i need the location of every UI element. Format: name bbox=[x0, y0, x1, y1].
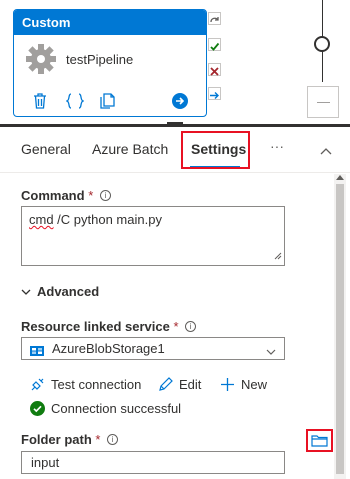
settings-pane: Command * i cmd /C python main.py Advanc… bbox=[0, 174, 350, 479]
activity-name: testPipeline bbox=[66, 52, 134, 67]
activity-card[interactable]: Custom testPipeline bbox=[13, 9, 207, 117]
pencil-icon bbox=[159, 377, 173, 391]
command-label: Command * i bbox=[21, 188, 111, 203]
plug-icon bbox=[31, 378, 44, 391]
tab-general[interactable]: General bbox=[21, 141, 71, 157]
folder-path-input[interactable]: input bbox=[21, 451, 285, 474]
command-args: /C python main.py bbox=[53, 212, 162, 227]
arrow-right-icon[interactable] bbox=[172, 93, 188, 114]
resize-grip-icon[interactable] bbox=[274, 248, 282, 263]
connection-status: Connection successful bbox=[30, 401, 181, 416]
redo-icon[interactable] bbox=[208, 12, 221, 25]
edit-button[interactable]: Edit bbox=[158, 377, 201, 392]
copy-icon[interactable] bbox=[100, 93, 116, 114]
pipeline-canvas[interactable]: Custom testPipeline bbox=[0, 0, 350, 127]
info-icon[interactable]: i bbox=[185, 321, 197, 332]
scrollbar-thumb[interactable] bbox=[336, 184, 344, 474]
check-icon[interactable] bbox=[208, 38, 221, 51]
required-mark: * bbox=[88, 188, 94, 203]
info-icon[interactable]: i bbox=[99, 190, 111, 201]
command-textarea[interactable]: cmd /C python main.py bbox=[21, 206, 285, 266]
arrow-icon[interactable] bbox=[208, 87, 221, 100]
plus-icon bbox=[221, 378, 234, 391]
advanced-toggle[interactable]: Advanced bbox=[21, 284, 99, 299]
test-connection-button[interactable]: Test connection bbox=[30, 377, 141, 392]
collapse-panel-button[interactable] bbox=[320, 142, 332, 160]
linked-service-label: Resource linked service * i bbox=[21, 319, 197, 334]
more-tabs-button[interactable]: ··· bbox=[270, 138, 284, 154]
linked-service-value: AzureBlobStorage1 bbox=[52, 341, 165, 356]
required-mark: * bbox=[173, 319, 179, 334]
gear-icon bbox=[25, 43, 57, 80]
settings-scrollbar[interactable] bbox=[334, 174, 346, 479]
minus-icon bbox=[317, 102, 330, 103]
scroll-up-arrow-icon[interactable] bbox=[336, 175, 344, 180]
zoom-slider-handle[interactable] bbox=[314, 36, 330, 52]
code-icon[interactable] bbox=[64, 93, 86, 114]
folder-path-label: Folder path * i bbox=[21, 432, 119, 447]
folder-icon bbox=[311, 435, 328, 447]
info-icon[interactable]: i bbox=[107, 434, 119, 445]
tab-azure-batch[interactable]: Azure Batch bbox=[92, 141, 168, 157]
required-mark: * bbox=[95, 432, 101, 447]
zoom-out-button[interactable] bbox=[307, 86, 339, 118]
delete-icon[interactable] bbox=[33, 93, 47, 114]
x-icon[interactable] bbox=[208, 63, 221, 76]
chevron-down-icon bbox=[266, 344, 276, 359]
activity-type-label: Custom bbox=[14, 10, 206, 35]
success-check-icon bbox=[30, 401, 45, 416]
linked-service-select[interactable]: AzureBlobStorage1 bbox=[21, 337, 285, 360]
properties-tabs: General Azure Batch Settings ··· bbox=[0, 127, 350, 173]
chevron-down-icon bbox=[21, 289, 31, 295]
storage-icon bbox=[30, 344, 44, 359]
command-word: cmd bbox=[29, 212, 54, 227]
new-button[interactable]: New bbox=[220, 377, 267, 392]
browse-folder-button[interactable] bbox=[306, 429, 333, 452]
settings-tab-highlight bbox=[181, 131, 250, 169]
